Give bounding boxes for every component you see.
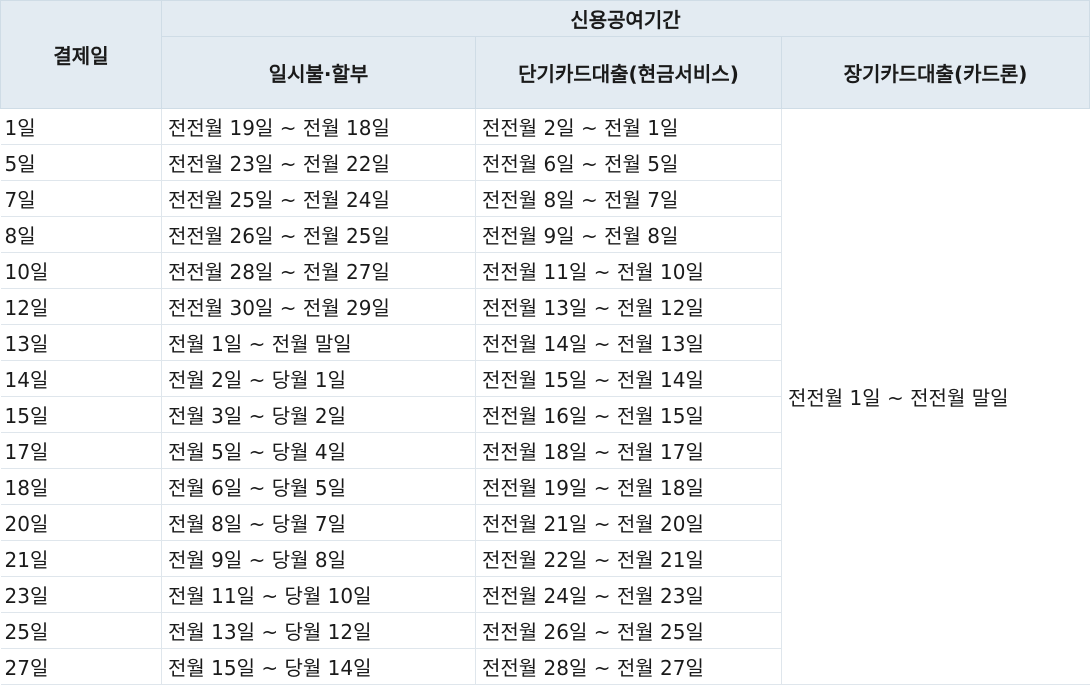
lump-period-cell: 전월 3일 ~ 당월 2일 <box>161 396 476 433</box>
lump-period-cell: 전월 5일 ~ 당월 4일 <box>161 432 476 469</box>
lump-period-cell: 전월 8일 ~ 당월 7일 <box>161 504 476 541</box>
lump-period-cell: 전전월 26일 ~ 전월 25일 <box>161 216 476 253</box>
short-period-cell: 전전월 21일 ~ 전월 20일 <box>475 504 782 541</box>
credit-period-header: 신용공여기간 <box>160 0 1090 37</box>
lump-period-cell: 전월 11일 ~ 당월 10일 <box>161 576 476 613</box>
lump-period-cell: 전월 9일 ~ 당월 8일 <box>161 540 476 577</box>
short-period-cell: 전전월 16일 ~ 전월 15일 <box>475 396 782 433</box>
long-term-period-cell: 전전월 1일 ~ 전전월 말일 <box>781 108 1090 685</box>
short-period-cell: 전전월 8일 ~ 전월 7일 <box>475 180 782 217</box>
table-body: 1일 전전월 19일 ~ 전월 18일 전전월 2일 ~ 전월 1일 전전월 1… <box>0 108 1090 685</box>
lump-period-cell: 전월 1일 ~ 전월 말일 <box>161 324 476 361</box>
short-period-cell: 전전월 13일 ~ 전월 12일 <box>475 288 782 325</box>
table-row: 1일 전전월 19일 ~ 전월 18일 전전월 2일 ~ 전월 1일 전전월 1… <box>0 108 1090 685</box>
payment-day-cell: 1일 <box>0 108 162 145</box>
short-period-cell: 전전월 11일 ~ 전월 10일 <box>475 252 782 289</box>
payment-day-cell: 10일 <box>0 252 162 289</box>
lump-period-cell: 전월 15일 ~ 당월 14일 <box>161 648 476 685</box>
credit-period-table: 결제일 신용공여기간 일시불·할부 단기카드대출(현금서비스) 장기카드대출(카… <box>0 0 1090 685</box>
header-row-top: 결제일 신용공여기간 <box>0 0 1090 109</box>
payment-day-cell: 23일 <box>0 576 162 613</box>
lump-period-cell: 전전월 25일 ~ 전월 24일 <box>161 180 476 217</box>
lump-period-cell: 전월 13일 ~ 당월 12일 <box>161 612 476 649</box>
payment-day-cell: 8일 <box>0 216 162 253</box>
short-period-cell: 전전월 19일 ~ 전월 18일 <box>475 468 782 505</box>
short-period-cell: 전전월 14일 ~ 전월 13일 <box>475 324 782 361</box>
short-period-cell: 전전월 9일 ~ 전월 8일 <box>475 216 782 253</box>
short-period-cell: 전전월 22일 ~ 전월 21일 <box>475 540 782 577</box>
long-term-loan-header: 장기카드대출(카드론) <box>780 36 1090 109</box>
short-period-cell: 전전월 15일 ~ 전월 14일 <box>475 360 782 397</box>
payment-day-cell: 13일 <box>0 324 162 361</box>
lump-period-cell: 전월 6일 ~ 당월 5일 <box>161 468 476 505</box>
short-period-cell: 전전월 26일 ~ 전월 25일 <box>475 612 782 649</box>
short-period-cell: 전전월 18일 ~ 전월 17일 <box>475 432 782 469</box>
lump-period-cell: 전전월 19일 ~ 전월 18일 <box>161 108 476 145</box>
payment-day-cell: 20일 <box>0 504 162 541</box>
payment-day-cell: 12일 <box>0 288 162 325</box>
header-row-sub: 일시불·할부 단기카드대출(현금서비스) 장기카드대출(카드론) <box>1 36 1090 109</box>
short-period-cell: 전전월 28일 ~ 전월 27일 <box>475 648 782 685</box>
payment-day-header: 결제일 <box>0 0 162 109</box>
lump-period-cell: 전월 2일 ~ 당월 1일 <box>161 360 476 397</box>
lump-period-cell: 전전월 28일 ~ 전월 27일 <box>161 252 476 289</box>
payment-day-cell: 21일 <box>0 540 162 577</box>
payment-day-cell: 17일 <box>0 432 162 469</box>
payment-day-cell: 25일 <box>0 612 162 649</box>
lump-installment-header: 일시불·할부 <box>161 36 476 109</box>
lump-period-cell: 전전월 23일 ~ 전월 22일 <box>161 144 476 181</box>
payment-day-cell: 14일 <box>0 360 162 397</box>
payment-day-cell: 15일 <box>0 396 162 433</box>
payment-day-cell: 5일 <box>0 144 162 181</box>
payment-day-cell: 27일 <box>0 648 162 685</box>
payment-day-cell: 18일 <box>0 468 162 505</box>
short-period-cell: 전전월 6일 ~ 전월 5일 <box>475 144 782 181</box>
short-term-loan-header: 단기카드대출(현금서비스) <box>475 36 782 109</box>
lump-period-cell: 전전월 30일 ~ 전월 29일 <box>161 288 476 325</box>
short-period-cell: 전전월 2일 ~ 전월 1일 <box>475 108 782 145</box>
payment-day-cell: 7일 <box>0 180 162 217</box>
short-period-cell: 전전월 24일 ~ 전월 23일 <box>475 576 782 613</box>
